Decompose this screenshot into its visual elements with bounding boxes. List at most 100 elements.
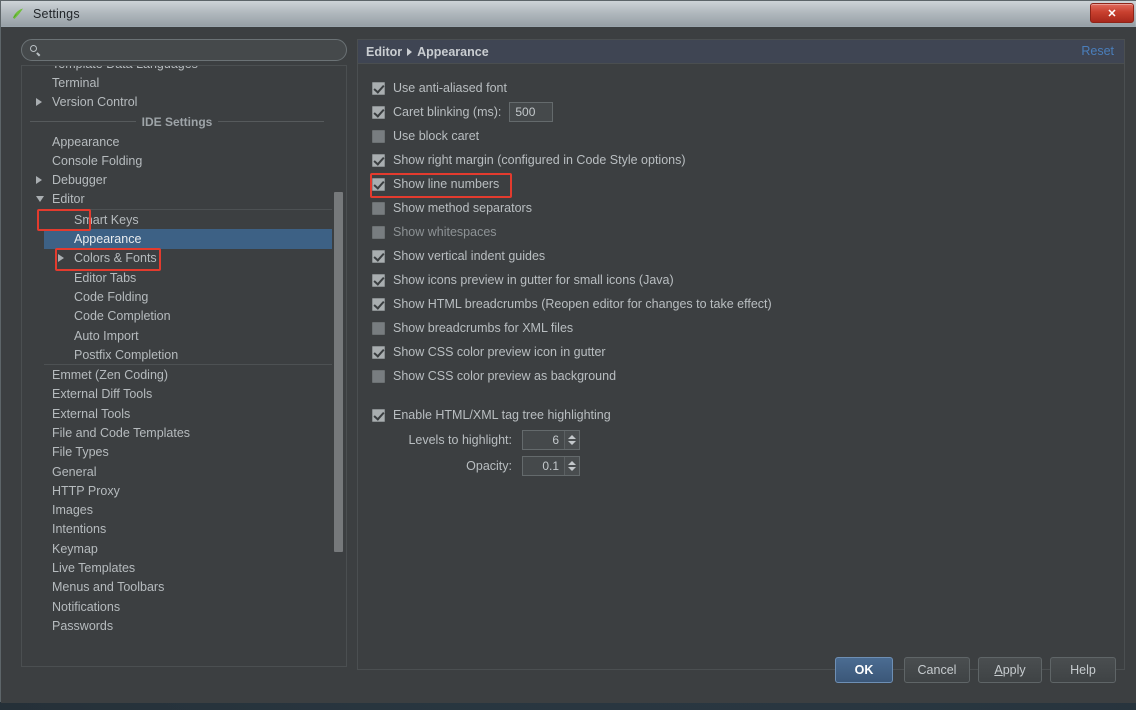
sidebar-item-editor[interactable]: Editor <box>22 190 332 209</box>
sidebar-item-emmet-zen-coding[interactable]: Emmet (Zen Coding) <box>22 365 332 384</box>
sidebar-item-debugger[interactable]: Debugger <box>22 170 332 189</box>
breadcrumb-root[interactable]: Editor <box>366 45 402 59</box>
sidebar-item-smart-keys[interactable]: Smart Keys <box>44 210 332 229</box>
sidebar-item-appearance[interactable]: Appearance <box>44 229 332 249</box>
sidebar-item-passwords[interactable]: Passwords <box>22 616 332 635</box>
chevron-up-icon[interactable] <box>568 435 576 439</box>
sidebar-item-external-diff-tools[interactable]: External Diff Tools <box>22 385 332 404</box>
option-row-show-method-separators[interactable]: Show method separators <box>372 196 1124 220</box>
sidebar-item-postfix-completion[interactable]: Postfix Completion <box>44 345 332 364</box>
cancel-button-label: Cancel <box>917 663 957 677</box>
caret-blinking-input[interactable] <box>509 102 554 122</box>
opacity-stepper[interactable] <box>522 456 580 476</box>
checkbox-show-line-numbers[interactable] <box>372 177 385 191</box>
chevron-right-icon[interactable] <box>58 254 64 263</box>
option-row-enable-tag-tree-highlighting[interactable]: Enable HTML/XML tag tree highlighting <box>372 403 1124 427</box>
apply-button[interactable]: Apply <box>978 657 1042 683</box>
options-area: Use anti-aliased font Caret blinking (ms)… <box>358 64 1124 479</box>
sidebar-item-label: Emmet (Zen Coding) <box>52 368 169 383</box>
checkbox-show-whitespaces[interactable] <box>372 225 385 239</box>
option-row-show-icons-preview-in-gutter-for-small-icons-java[interactable]: Show icons preview in gutter for small i… <box>372 268 1124 292</box>
sidebar-item-console-folding[interactable]: Console Folding <box>22 151 332 170</box>
option-row-show-line-numbers[interactable]: Show line numbers <box>372 172 1124 196</box>
sidebar-item-label: Passwords <box>52 618 114 633</box>
sidebar-item-terminal[interactable]: Terminal <box>22 73 332 92</box>
option-row-show-html-breadcrumbs-reopen-editor-for-changes-to-take-effect[interactable]: Show HTML breadcrumbs (Reopen editor for… <box>372 292 1124 316</box>
close-glyph: ✕ <box>1107 7 1117 20</box>
checkbox-enable-tag-tree-highlighting[interactable] <box>372 408 385 422</box>
opacity-label: Opacity: <box>466 459 512 473</box>
checkbox-show-right-margin-configured-in-code-style-options[interactable] <box>372 153 385 167</box>
option-row-caret-blinking-ms[interactable]: Caret blinking (ms): <box>372 100 1124 124</box>
settings-dialog-window: Settings ✕ Template Data Languages Termin… <box>0 0 1136 703</box>
option-row-use-anti-aliased-font[interactable]: Use anti-aliased font <box>372 76 1124 100</box>
option-row-show-whitespaces[interactable]: Show whitespaces <box>372 220 1124 244</box>
checkbox-show-vertical-indent-guides[interactable] <box>372 249 385 263</box>
dialog-body: Template Data Languages Terminal Version C… <box>1 27 1136 703</box>
opacity-stepper-buttons[interactable] <box>564 457 579 475</box>
cancel-button[interactable]: Cancel <box>904 657 970 683</box>
sidebar-item-code-completion[interactable]: Code Completion <box>44 307 332 326</box>
reset-button[interactable]: Reset <box>1081 44 1114 58</box>
option-label: Use block caret <box>393 129 480 143</box>
sidebar-item-version-control[interactable]: Version Control <box>22 93 332 112</box>
levels-to-highlight-stepper[interactable] <box>522 430 580 450</box>
checkbox-show-breadcrumbs-for-xml-files[interactable] <box>372 321 385 335</box>
search-input[interactable] <box>47 42 331 58</box>
opacity-input[interactable] <box>523 456 564 476</box>
sidebar-item-external-tools[interactable]: External Tools <box>22 404 332 423</box>
sidebar-item-images[interactable]: Images <box>22 501 332 520</box>
option-row-use-block-caret[interactable]: Use block caret <box>372 124 1124 148</box>
chevron-down-icon[interactable] <box>568 441 576 445</box>
option-row-show-vertical-indent-guides[interactable]: Show vertical indent guides <box>372 244 1124 268</box>
sidebar-item-editor-tabs[interactable]: Editor Tabs <box>44 268 332 287</box>
sidebar-item-auto-import[interactable]: Auto Import <box>44 326 332 345</box>
sidebar-item-label: Postfix Completion <box>74 347 179 362</box>
sidebar-item-colors-fonts[interactable]: Colors & Fonts <box>44 249 332 268</box>
sidebar-item-label: File and Code Templates <box>52 425 191 440</box>
checkbox-show-method-separators[interactable] <box>372 201 385 215</box>
sidebar-item-label: Code Folding <box>74 289 149 304</box>
sidebar-item-label: Editor <box>52 192 85 207</box>
checkbox-show-css-color-preview-icon-in-gutter[interactable] <box>372 345 385 359</box>
ok-button[interactable]: OK <box>835 657 893 683</box>
close-icon[interactable]: ✕ <box>1090 3 1134 23</box>
chevron-down-icon[interactable] <box>568 467 576 471</box>
sidebar-item-file-types[interactable]: File Types <box>22 443 332 462</box>
option-row-show-breadcrumbs-for-xml-files[interactable]: Show breadcrumbs for XML files <box>372 316 1124 340</box>
chevron-down-icon[interactable] <box>36 196 44 203</box>
settings-tree[interactable]: Template Data Languages Terminal Version C… <box>21 65 347 667</box>
option-row-show-css-color-preview-as-background[interactable]: Show CSS color preview as background <box>372 364 1124 388</box>
checkbox-show-icons-preview-in-gutter-for-small-icons-java[interactable] <box>372 273 385 287</box>
sidebar-item-intentions[interactable]: Intentions <box>22 520 332 539</box>
sidebar-scrollbar-thumb[interactable] <box>334 192 343 552</box>
chevron-right-icon[interactable] <box>36 176 42 185</box>
sidebar-item-keymap[interactable]: Keymap <box>22 539 332 558</box>
help-button[interactable]: Help <box>1050 657 1116 683</box>
sidebar-section-separator: IDE Settings <box>22 112 332 132</box>
search-box[interactable] <box>21 39 347 61</box>
checkbox-caret-blinking-ms[interactable] <box>372 105 385 119</box>
sidebar-item-general[interactable]: General <box>22 462 332 481</box>
sidebar-item-code-folding[interactable]: Code Folding <box>44 287 332 306</box>
option-row-show-css-color-preview-icon-in-gutter[interactable]: Show CSS color preview icon in gutter <box>372 340 1124 364</box>
chevron-right-icon[interactable] <box>36 98 42 107</box>
sidebar-item-live-templates[interactable]: Live Templates <box>22 558 332 577</box>
checkbox-use-anti-aliased-font[interactable] <box>372 81 385 95</box>
sidebar-item-http-proxy[interactable]: HTTP Proxy <box>22 481 332 500</box>
sidebar-item-template-data-languages[interactable]: Template Data Languages <box>22 66 332 73</box>
checkbox-show-html-breadcrumbs-reopen-editor-for-changes-to-take-effect[interactable] <box>372 297 385 311</box>
sidebar-item-menus-and-toolbars[interactable]: Menus and Toolbars <box>22 578 332 597</box>
separator-line-right <box>218 121 324 123</box>
option-row-show-right-margin-configured-in-code-style-options[interactable]: Show right margin (configured in Code St… <box>372 148 1124 172</box>
levels-to-highlight-input[interactable] <box>523 430 564 450</box>
separator-line-left <box>30 121 136 123</box>
sidebar-item-appearance[interactable]: Appearance <box>22 132 332 151</box>
chevron-up-icon[interactable] <box>568 461 576 465</box>
sidebar-item-notifications[interactable]: Notifications <box>22 597 332 616</box>
checkbox-use-block-caret[interactable] <box>372 129 385 143</box>
sidebar-scrollbar[interactable] <box>333 67 345 666</box>
checkbox-show-css-color-preview-as-background[interactable] <box>372 369 385 383</box>
sidebar-item-file-and-code-templates[interactable]: File and Code Templates <box>22 423 332 442</box>
levels-to-highlight-stepper-buttons[interactable] <box>564 431 579 449</box>
